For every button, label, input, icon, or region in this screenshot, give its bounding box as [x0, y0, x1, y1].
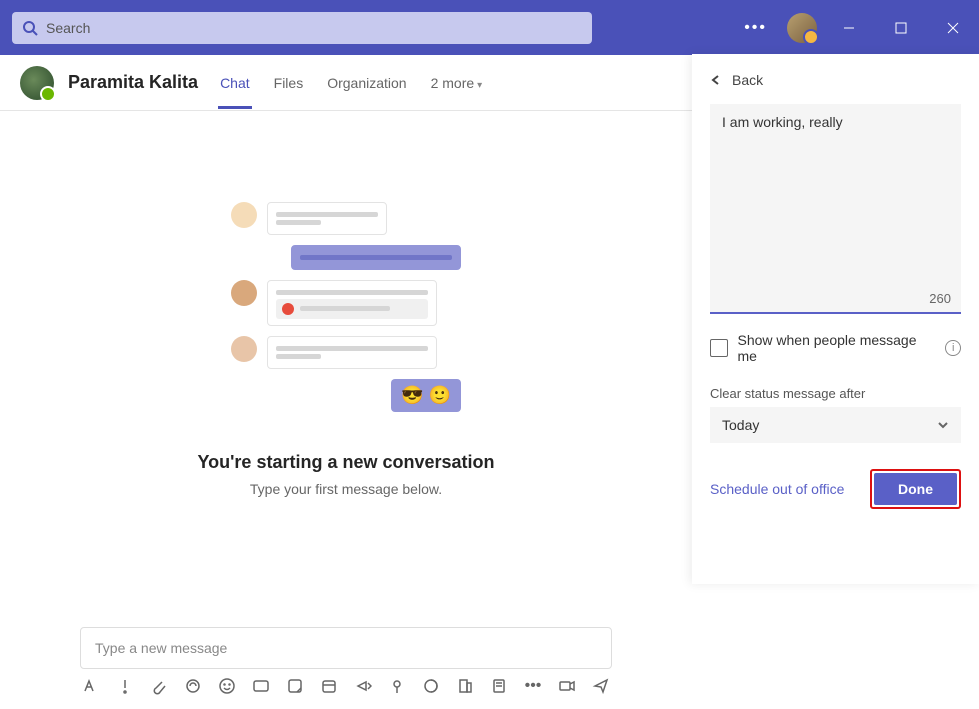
chat-area: Paramita Kalita Chat Files Organization …	[0, 55, 692, 709]
stream-icon[interactable]	[354, 677, 372, 695]
compose-area: •••	[0, 627, 692, 709]
contact-name: Paramita Kalita	[68, 72, 198, 93]
chevron-down-icon: ▾	[477, 80, 482, 91]
title-bar: •••	[0, 0, 979, 55]
show-when-messaged-label: Show when people message me	[738, 332, 934, 364]
polls-icon[interactable]	[490, 677, 508, 695]
character-counter: 260	[929, 291, 951, 306]
done-button[interactable]: Done	[874, 473, 957, 505]
viva-icon[interactable]	[422, 677, 440, 695]
tab-files[interactable]: Files	[272, 57, 306, 109]
chevron-down-icon	[937, 419, 949, 431]
chevron-left-icon	[710, 74, 722, 86]
status-message-input[interactable]	[722, 114, 949, 302]
schedule-ooo-link[interactable]: Schedule out of office	[710, 481, 844, 497]
status-message-box[interactable]: 260	[710, 104, 961, 314]
search-input[interactable]	[46, 20, 582, 36]
clear-after-select[interactable]: Today	[710, 407, 961, 443]
search-icon	[22, 20, 38, 36]
priority-icon[interactable]	[116, 677, 134, 695]
tab-organization[interactable]: Organization	[325, 57, 408, 109]
approval-icon[interactable]	[388, 677, 406, 695]
message-input[interactable]	[95, 640, 597, 656]
tab-chat[interactable]: Chat	[218, 57, 252, 109]
more-menu-icon[interactable]: •••	[736, 19, 775, 37]
loop-icon[interactable]	[184, 677, 202, 695]
more-apps-icon[interactable]: •••	[524, 677, 542, 695]
emoji-icon[interactable]	[218, 677, 236, 695]
empty-subtitle: Type your first message below.	[250, 481, 442, 497]
clear-after-value: Today	[722, 417, 759, 433]
contact-avatar[interactable]	[20, 66, 54, 100]
send-icon[interactable]	[592, 677, 610, 695]
video-clip-icon[interactable]	[558, 677, 576, 695]
status-panel: Back 260 Show when people message me i C…	[692, 54, 979, 584]
gif-icon[interactable]	[252, 677, 270, 695]
done-button-highlight: Done	[870, 469, 961, 509]
clear-after-label: Clear status message after	[710, 386, 961, 401]
empty-conversation: 😎 🙂 You're starting a new conversation T…	[0, 111, 692, 627]
message-input-box[interactable]	[80, 627, 612, 669]
tab-more[interactable]: 2 more▾	[429, 57, 485, 109]
empty-title: You're starting a new conversation	[197, 452, 494, 473]
current-user-avatar[interactable]	[787, 13, 817, 43]
window-close-button[interactable]	[933, 8, 973, 48]
schedule-icon[interactable]	[320, 677, 338, 695]
conversation-illustration: 😎 🙂	[231, 202, 461, 422]
format-icon[interactable]	[82, 677, 100, 695]
window-minimize-button[interactable]	[829, 8, 869, 48]
back-button[interactable]: Back	[710, 72, 961, 88]
info-icon[interactable]: i	[945, 340, 961, 356]
back-label: Back	[732, 72, 763, 88]
search-box[interactable]	[12, 12, 592, 44]
show-when-messaged-checkbox[interactable]	[710, 339, 728, 357]
attach-icon[interactable]	[150, 677, 168, 695]
chat-header: Paramita Kalita Chat Files Organization …	[0, 55, 692, 111]
updates-icon[interactable]	[456, 677, 474, 695]
sticker-icon[interactable]	[286, 677, 304, 695]
compose-toolbar: •••	[80, 677, 612, 695]
window-maximize-button[interactable]	[881, 8, 921, 48]
